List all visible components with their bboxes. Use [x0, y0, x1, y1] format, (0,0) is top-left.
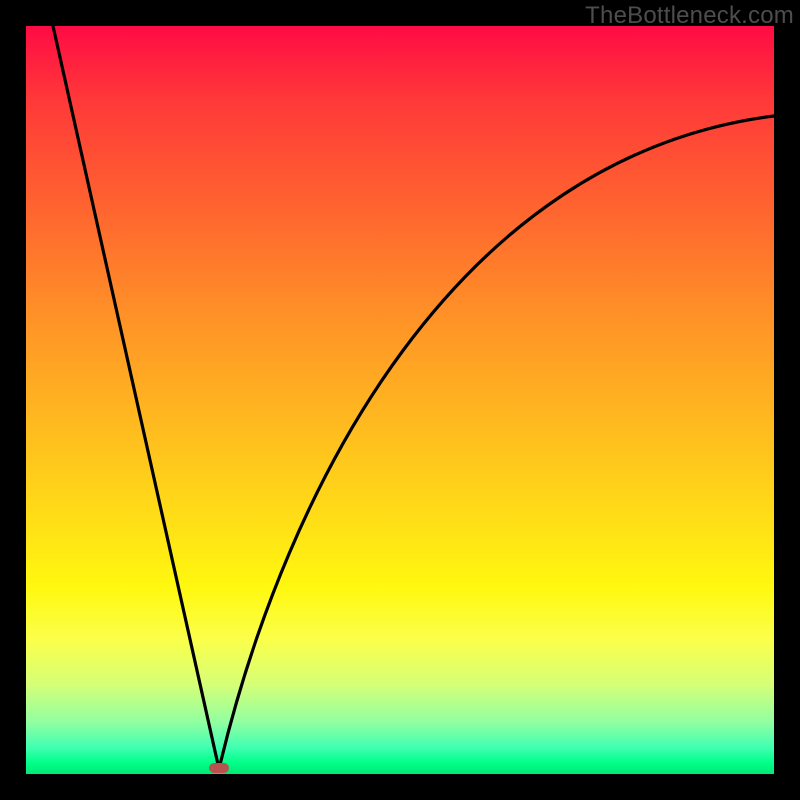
curve-right-branch	[219, 116, 774, 769]
chart-frame	[26, 26, 774, 774]
bottleneck-curve	[26, 26, 774, 774]
watermark-text: TheBottleneck.com	[585, 2, 794, 30]
curve-left-branch	[53, 26, 219, 769]
min-marker	[209, 763, 229, 773]
